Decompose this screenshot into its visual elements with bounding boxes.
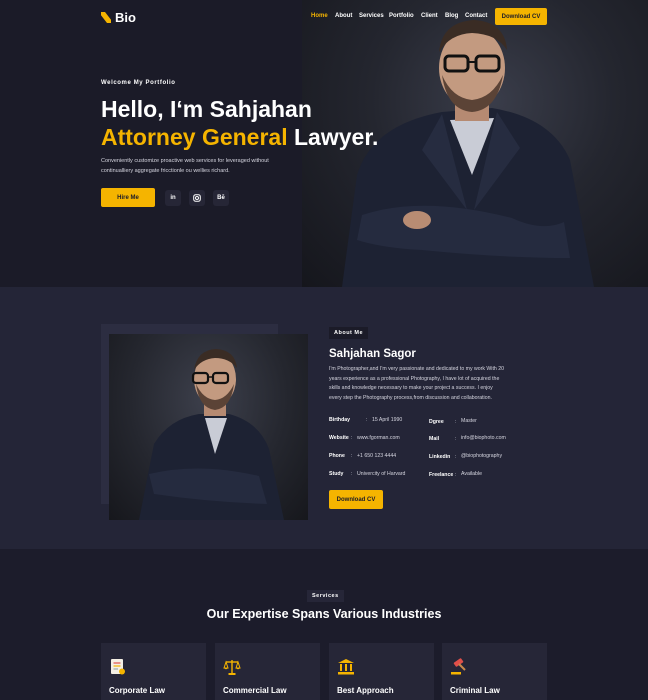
info-label-degree: Dgree xyxy=(429,419,444,425)
info-value-mail[interactable]: info@biophoto.com xyxy=(461,435,506,441)
info-sep: : xyxy=(455,454,457,460)
gavel-icon xyxy=(451,658,466,675)
service-card-commercial-law[interactable]: Commercial Law xyxy=(215,643,320,700)
nav-download-cv-button[interactable]: Download CV xyxy=(495,8,547,25)
behance-icon[interactable]: Bē xyxy=(213,190,229,206)
services-section xyxy=(0,549,648,700)
linkedin-icon[interactable]: in xyxy=(165,190,181,206)
service-card-criminal-law[interactable]: Criminal Law xyxy=(442,643,547,700)
service-card-corporate-law[interactable]: Corporate Law xyxy=(101,643,206,700)
info-label-linkedin: Linkedin xyxy=(429,454,451,460)
info-sep: : xyxy=(351,435,353,441)
hero-heading: Hello, I‘m Sahjahan Attorney General Law… xyxy=(101,95,378,151)
info-sep: : xyxy=(455,472,457,478)
info-label-study: Study xyxy=(329,471,344,477)
scales-icon xyxy=(223,660,241,675)
service-card-title: Best Approach xyxy=(337,686,394,695)
service-card-title: Criminal Law xyxy=(450,686,500,695)
hero-greeting: Hello, I‘m Sahjahan xyxy=(101,96,312,122)
brand-logo[interactable]: Bio xyxy=(101,10,136,25)
services-title: Our Expertise Spans Various Industries xyxy=(206,607,442,621)
brand-name: Bio xyxy=(115,10,136,25)
service-card-title: Commercial Law xyxy=(223,686,287,695)
courthouse-icon xyxy=(338,659,354,675)
nav-item-portfolio[interactable]: Portfolio xyxy=(389,13,414,19)
instagram-glyph-icon xyxy=(193,194,201,202)
hero-title-accent: Attorney General xyxy=(101,124,288,150)
service-card-title: Corporate Law xyxy=(109,686,166,695)
welcome-label: Welcome My Portfolio xyxy=(101,80,176,86)
info-value-birthday: 15 April 1990 xyxy=(372,417,403,423)
hero-section: Bio Home About Services Portfolio Client… xyxy=(0,0,648,287)
info-value-degree: Master xyxy=(461,418,477,424)
logo-mark-icon xyxy=(101,12,111,23)
info-sep: : xyxy=(351,471,353,477)
nav-item-client[interactable]: Client xyxy=(421,13,438,19)
info-sep: : xyxy=(455,436,457,442)
info-label-website: Website xyxy=(329,435,349,441)
hero-title-rest: Lawyer. xyxy=(287,124,379,150)
info-label-freelance: Freelance xyxy=(429,472,454,478)
info-sep: : xyxy=(366,417,368,423)
info-label-phone: Phone xyxy=(329,453,345,459)
info-value-phone: +1 650 123 4444 xyxy=(357,453,397,459)
nav-item-blog[interactable]: Blog xyxy=(445,13,458,19)
info-label-birthday: Birthday xyxy=(329,417,351,423)
linkedin-icon-label: in xyxy=(170,195,176,201)
info-value-website[interactable]: www.fgorman.com xyxy=(357,435,400,441)
about-name: Sahjahan Sagor xyxy=(329,348,416,360)
hire-me-button[interactable]: Hire Me xyxy=(101,188,155,207)
nav-item-services[interactable]: Services xyxy=(359,13,384,19)
about-download-cv-button[interactable]: Download CV xyxy=(329,490,383,509)
about-tag: About Me xyxy=(329,327,369,339)
info-value-freelance: Available xyxy=(461,471,482,477)
lawyer-photo-image xyxy=(139,349,284,520)
nav-item-about[interactable]: About xyxy=(335,13,352,19)
service-card-best-approach[interactable]: Best Approach xyxy=(329,643,434,700)
info-sep: : xyxy=(455,419,457,425)
behance-icon-label: Bē xyxy=(217,195,225,201)
nav-item-home[interactable]: Home xyxy=(311,13,328,19)
about-section xyxy=(0,287,648,549)
hero-description: Conveniently customize proactive web ser… xyxy=(101,158,269,174)
info-sep: : xyxy=(351,453,353,459)
services-tag: Services xyxy=(307,590,344,602)
instagram-icon[interactable] xyxy=(189,190,205,206)
nav-item-contact[interactable]: Contact xyxy=(465,13,487,19)
document-icon xyxy=(111,659,125,675)
info-value-study: Univercity of Harvard xyxy=(357,471,406,477)
info-value-linkedin[interactable]: @biophotography xyxy=(461,453,502,459)
about-photo xyxy=(109,334,308,520)
info-label-mail: Mail xyxy=(429,436,440,442)
about-description: I'm Photographer,and I'm very passionate… xyxy=(329,366,504,401)
